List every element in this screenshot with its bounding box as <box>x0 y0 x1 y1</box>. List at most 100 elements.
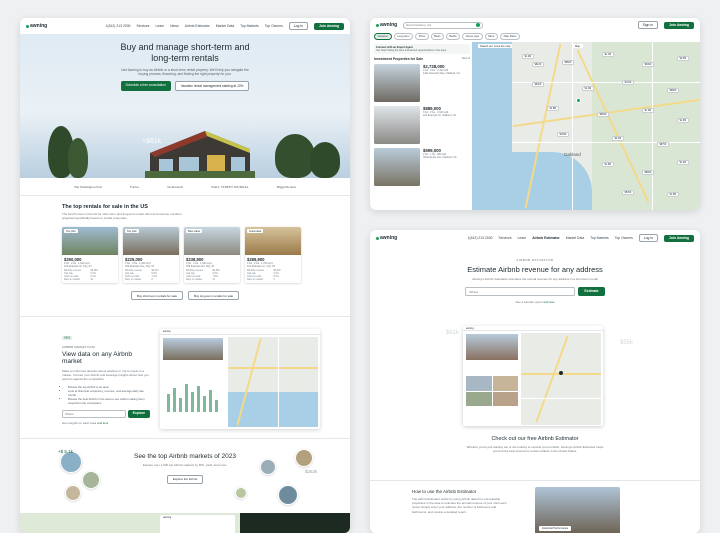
market-photo[interactable] <box>235 487 247 499</box>
listing-row[interactable]: $599,000 2 bd · 1 ba · 980 sqft 78 Example… <box>374 148 470 186</box>
nav-top-owners[interactable]: Top Owners <box>265 24 283 28</box>
awning-logo[interactable]: awning <box>376 235 397 241</box>
nav-learn[interactable]: Learn <box>518 236 527 240</box>
expert-agent-card[interactable]: Connect with an Expert Agent Get help fi… <box>374 44 470 54</box>
preview-map[interactable] <box>521 333 601 425</box>
address-input[interactable] <box>465 287 576 296</box>
market-photo[interactable] <box>260 459 276 475</box>
price-pin[interactable]: $675K <box>657 142 669 147</box>
market-photo[interactable] <box>65 485 81 501</box>
nav-airbnb-estimator[interactable]: Airbnb Estimator <box>532 236 560 240</box>
sort-dropdown[interactable]: Best fit <box>462 57 470 61</box>
map-join-button[interactable]: Join Awning <box>664 21 694 29</box>
logo-mark-icon <box>26 24 29 28</box>
price-pin[interactable]: $640K <box>532 82 544 87</box>
price-pin[interactable]: $1.1M <box>602 52 614 57</box>
price-pin[interactable]: $799K <box>557 132 569 137</box>
price-pin[interactable]: $720K <box>622 80 634 85</box>
price-pin[interactable]: $2.1M <box>612 136 624 141</box>
estimator-kicker: AIRBNB ESTIMATOR <box>516 258 554 262</box>
nav-phone[interactable]: 1(612) 213 2030 <box>106 24 131 28</box>
selected-pin-icon[interactable] <box>559 371 563 375</box>
nav-services[interactable]: Services <box>499 236 512 240</box>
selected-pin-icon[interactable] <box>576 98 581 103</box>
search-as-move-toggle[interactable]: Search as I move the map <box>478 44 513 48</box>
awning-logo[interactable]: awning <box>26 23 47 29</box>
price-pin[interactable]: $1.2M <box>677 160 689 165</box>
price-pin[interactable]: $610K <box>532 62 544 67</box>
markets-float-left: +$ 5.1k <box>58 449 73 454</box>
price-pin[interactable]: $899K <box>642 170 654 175</box>
filter-chip[interactable]: Map filters <box>500 32 520 40</box>
filter-chip[interactable]: Vacation <box>374 32 392 40</box>
filter-chip[interactable]: Baths <box>446 32 461 40</box>
card-stat-value: 8 <box>151 279 153 282</box>
login-button[interactable]: Log in <box>638 234 659 242</box>
price-pin[interactable]: $569K <box>597 112 609 117</box>
rental-card[interactable]: Best value $238,900 3 bd · 1 ba · 1,180 … <box>184 227 240 284</box>
card-stat-value: $2,410 <box>151 270 159 273</box>
price-pin[interactable]: $1.6M <box>602 162 614 167</box>
map-mode-select[interactable]: Map <box>572 44 584 48</box>
estimator-note-link[interactable]: and less <box>543 300 554 304</box>
market-photo[interactable] <box>295 449 313 467</box>
nav-learn[interactable]: Learn <box>156 24 165 28</box>
filter-chip[interactable]: More <box>484 32 499 40</box>
nav-phone[interactable]: 1(612) 213 2030 <box>468 236 493 240</box>
rental-card[interactable]: Great deal $289,900 4 bd · 2 ba · 1,700 … <box>245 227 301 284</box>
join-button[interactable]: Join Awning <box>664 234 694 242</box>
price-pin[interactable]: $1.5M <box>667 192 679 197</box>
filter-chip[interactable]: Long term <box>393 32 414 40</box>
nav-top-markets[interactable]: Top Markets <box>240 24 258 28</box>
awning-logo[interactable]: awning <box>376 22 397 28</box>
preview-comp-photo <box>466 376 492 391</box>
nav-services[interactable]: Services <box>137 24 150 28</box>
str-for-sale-button[interactable]: Buy short-term rentals for sale <box>130 291 183 301</box>
market-photo[interactable] <box>82 471 100 489</box>
listing-row[interactable]: $2,728,000 4 bd · 3 ba · 2,310 sqft 1421 E… <box>374 64 470 102</box>
ltr-for-sale-button[interactable]: Buy long-term rentals for sale <box>188 291 240 301</box>
nav-top-markets[interactable]: Top Markets <box>590 236 608 240</box>
filter-chip[interactable]: Beds <box>430 32 445 40</box>
price-pin[interactable]: $545K <box>622 190 634 195</box>
nav-top-owners[interactable]: Top Owners <box>615 236 633 240</box>
market-search-input[interactable] <box>62 409 126 418</box>
search-icon[interactable] <box>476 23 481 27</box>
rental-card[interactable]: Top pick $250,000 2 bd · 2 ba · 1,240 sq… <box>62 227 118 284</box>
management-button[interactable]: Vacation rental management starting at 1… <box>174 80 250 91</box>
free-estimator-title: Check out our free Airbnb Estimator <box>491 436 579 442</box>
rental-card[interactable]: Top pick $225,000 3 bd · 2 ba · 1,320 sq… <box>123 227 179 284</box>
map-search-input[interactable] <box>406 23 467 27</box>
filter-chip[interactable]: Price <box>415 32 429 40</box>
listing-row[interactable]: $889,000 3 bd · 2 ba · 1,640 sqft 221 Exam… <box>374 106 470 144</box>
price-pin[interactable]: $1.8M <box>547 106 559 111</box>
price-pin[interactable]: $1.0M <box>642 108 654 113</box>
estimate-button[interactable]: Estimate <box>578 287 605 296</box>
top-nav: awning 1(612) 213 2030 Services Learn Ne… <box>20 18 350 34</box>
price-pin[interactable]: $1.4M <box>582 86 594 91</box>
price-pin[interactable]: $1.2M <box>522 54 534 59</box>
join-button[interactable]: Join Awning <box>314 22 344 30</box>
nav-market-data[interactable]: Market Data <box>216 24 234 28</box>
consultation-button[interactable]: Schedule a free consultation <box>120 80 171 91</box>
nav-airbnb-estimator[interactable]: Airbnb Estimator <box>185 24 210 28</box>
filter-chip[interactable]: Home type <box>462 32 483 40</box>
price-pin[interactable]: $990K <box>667 88 679 93</box>
press-logo: WALL STREET JOURNAL <box>211 184 249 189</box>
nav-news[interactable]: News <box>170 24 178 28</box>
market-photo[interactable] <box>60 451 82 473</box>
explore-full-list-button[interactable]: Explore the full list <box>166 474 204 484</box>
price-pin[interactable]: $1.3M <box>677 118 689 123</box>
market-data-preview: awning <box>160 329 320 429</box>
nav-market-data[interactable]: Market Data <box>566 236 584 240</box>
explore-button[interactable]: Explore <box>127 409 150 418</box>
price-pin[interactable]: $949K <box>642 62 654 67</box>
price-pin[interactable]: $2.5M <box>677 56 689 61</box>
login-button[interactable]: Log in <box>288 22 309 30</box>
market-note-link[interactable]: and less <box>97 421 108 425</box>
price-pin[interactable]: $850K <box>562 60 574 65</box>
preview-map[interactable] <box>228 337 318 427</box>
map-signin-button[interactable]: Sign in <box>637 21 659 29</box>
property-map[interactable]: Search as I move the map Map Oakland $1.… <box>472 42 700 210</box>
market-photo[interactable] <box>278 485 298 505</box>
